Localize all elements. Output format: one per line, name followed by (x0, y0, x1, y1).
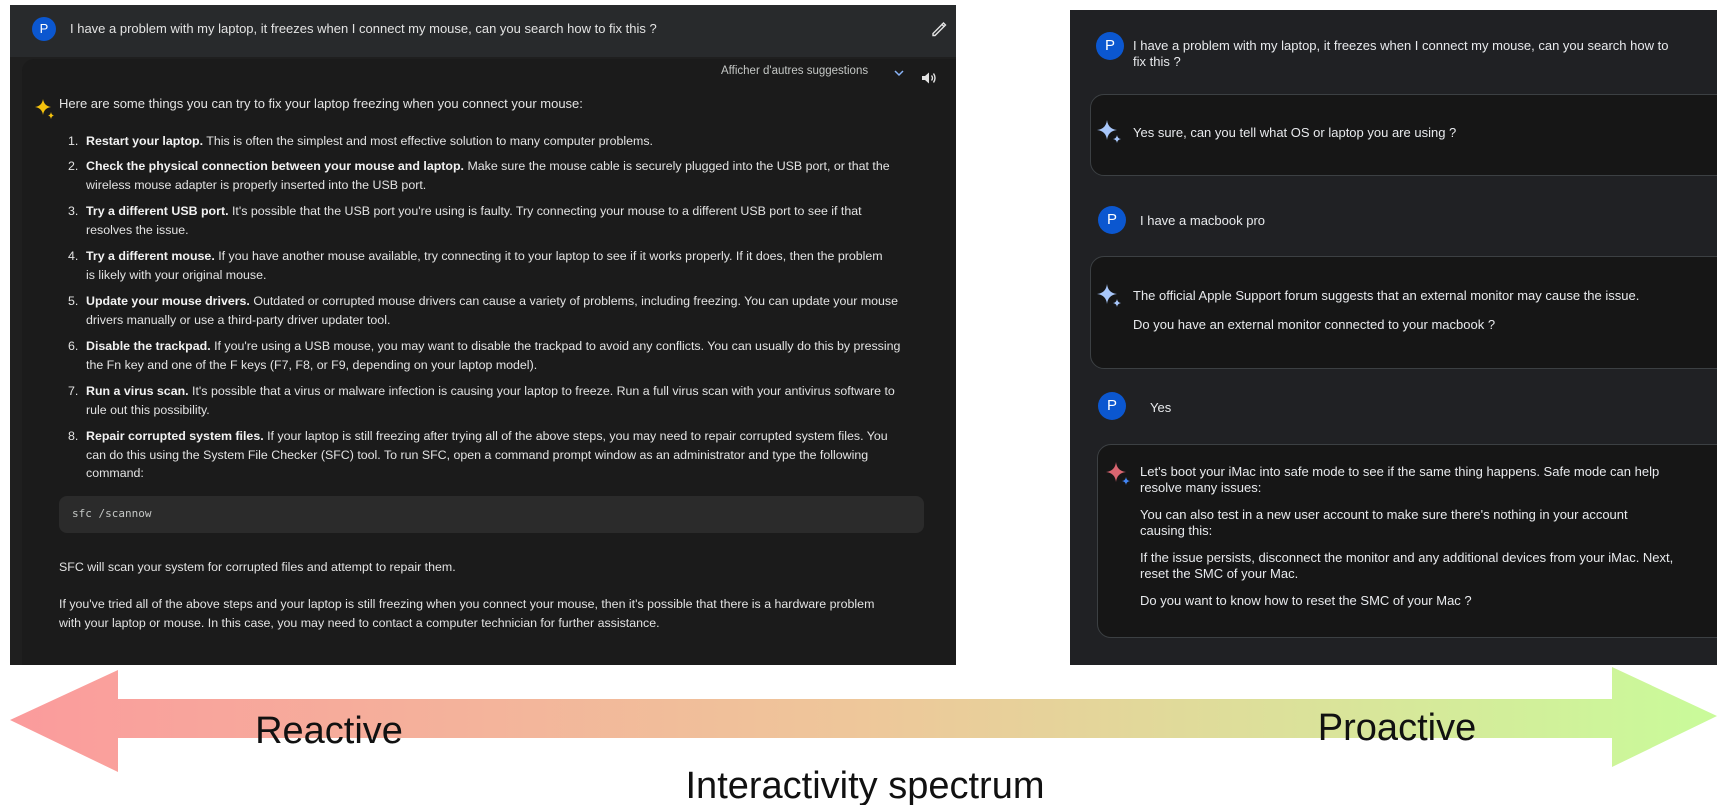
reactive-label: Reactive (255, 710, 403, 752)
list-item: 4. Try a different mouse. If you have an… (68, 249, 883, 282)
speaker-icon[interactable] (920, 69, 938, 87)
gemini-sparkle-icon (1097, 120, 1121, 143)
interactivity-spectrum: Reactive Proactive Interactivity spectru… (10, 667, 1717, 805)
list-item: 3. Try a different USB port. It's possib… (68, 204, 862, 237)
assistant-message-3: Let's boot your iMac into safe mode to s… (1097, 444, 1717, 638)
list-item: 7. Run a virus scan. It's possible that … (68, 384, 895, 417)
other-suggestions-link[interactable]: Afficher d'autres suggestions (721, 65, 868, 77)
list-item: 1. Restart your laptop. This is often th… (68, 134, 653, 148)
user-avatar: P (1096, 32, 1124, 60)
gemini-sparkle-icon (1097, 284, 1121, 307)
user-avatar: P (1098, 206, 1126, 234)
chevron-down-icon[interactable] (893, 67, 905, 79)
list-item: 2. Check the physical connection between… (68, 159, 890, 192)
response-paragraph: SFC will scan your system for corrupted … (59, 560, 456, 574)
user-message-1: P I have a problem with my laptop, it fr… (1070, 32, 1717, 72)
user-message-2: P I have a macbook pro (1070, 206, 1717, 236)
proactive-label: Proactive (1318, 707, 1476, 749)
code-block[interactable]: sfc /scannow (59, 496, 924, 533)
response-conclusion: If you've tried all of the above steps a… (59, 597, 875, 630)
user-avatar: P (32, 17, 56, 41)
list-item: 5. Update your mouse drivers. Outdated o… (68, 294, 899, 327)
proactive-chat-panel: P I have a problem with my laptop, it fr… (1070, 10, 1717, 665)
list-item: 6. Disable the trackpad. If you're using… (68, 339, 901, 372)
edit-pencil-icon[interactable] (930, 20, 948, 38)
troubleshooting-steps: 1. Restart your laptop. This is often th… (59, 132, 925, 487)
gemini-sparkle-icon (35, 99, 54, 119)
user-question: I have a problem with my laptop, it free… (70, 21, 657, 36)
user-avatar: P (1098, 392, 1126, 420)
assistant-message-1: Yes sure, can you tell what OS or laptop… (1090, 94, 1717, 176)
user-message-3: P Yes (1070, 392, 1717, 422)
gemini-sparkle-icon (1106, 462, 1130, 485)
spectrum-caption: Interactivity spectrum (686, 765, 1045, 805)
user-prompt-bar: P I have a problem with my laptop, it fr… (10, 5, 956, 57)
response-intro: Here are some things you can try to fix … (59, 96, 583, 111)
assistant-message-2: The official Apple Support forum suggest… (1090, 256, 1717, 369)
list-item: 8. Repair corrupted system files. If you… (68, 429, 888, 480)
